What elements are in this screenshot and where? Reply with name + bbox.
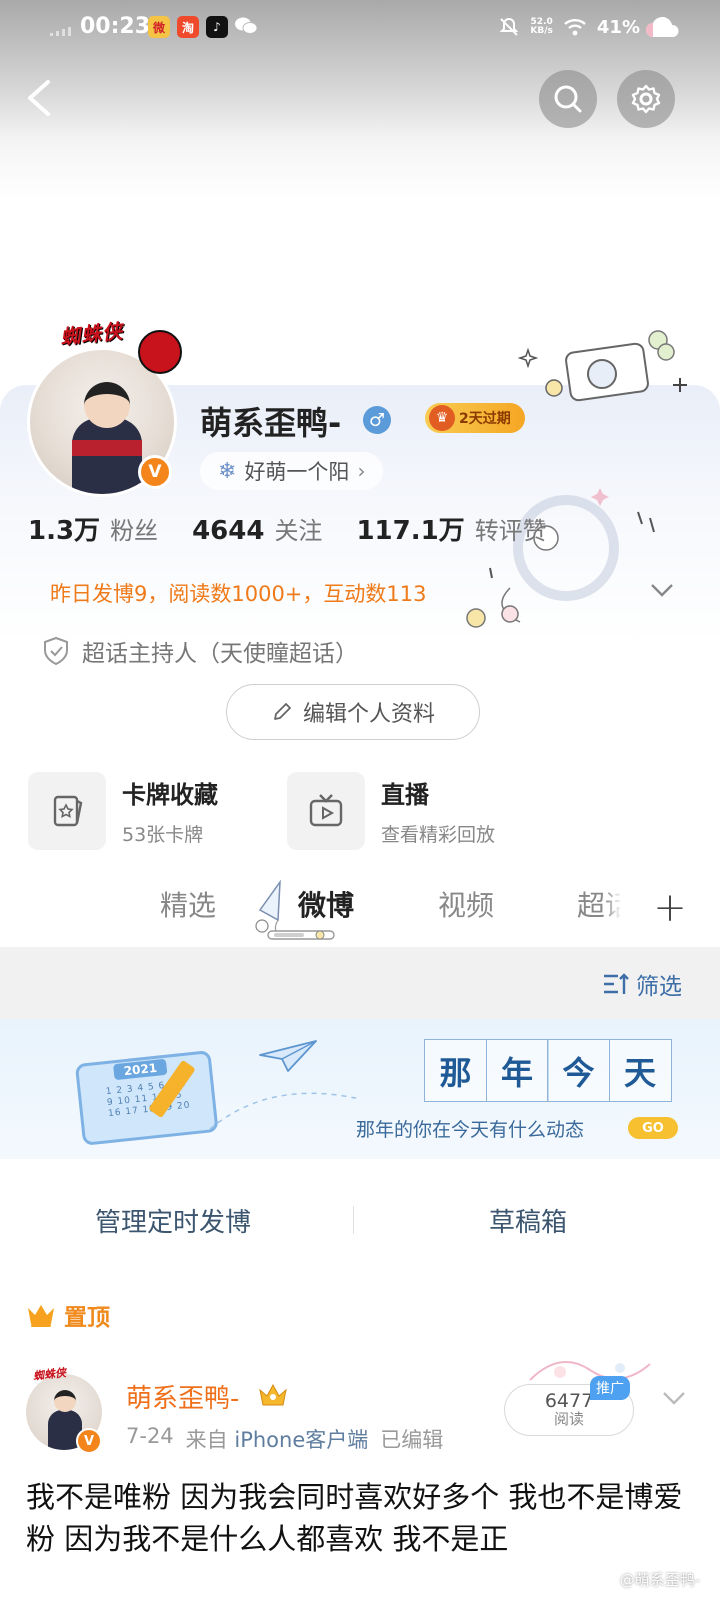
post-source[interactable]: iPhone客户端: [234, 1428, 368, 1452]
fan-group-label: 好萌一个阳: [244, 460, 350, 484]
promote-tag[interactable]: 推广: [590, 1376, 630, 1400]
edit-profile-label: 编辑个人资料: [302, 702, 435, 727]
engagement-count[interactable]: 117.1万: [356, 510, 464, 547]
live-subtitle: 查看精彩回放: [381, 824, 496, 846]
drafts-button[interactable]: 草稿箱: [489, 1202, 567, 1239]
yesterday-summary[interactable]: 昨日发博9，阅读数1000+，互动数113: [50, 578, 426, 608]
filter-button[interactable]: 筛选: [602, 967, 682, 1001]
tab-video[interactable]: 视频: [438, 884, 494, 924]
scheduled-posts-button[interactable]: 管理定时发博: [95, 1202, 251, 1239]
pinned-label: 置顶: [64, 1305, 110, 1331]
post-body-text[interactable]: 我不是唯粉 因为我会同时喜欢好多个 我也不是博爱粉 因为我不是什么人都喜欢 我不…: [26, 1476, 700, 1560]
post-edited-label[interactable]: 已编辑: [380, 1424, 443, 1454]
tab-weibo[interactable]: 微博: [298, 884, 354, 924]
status-time: 00:23: [80, 14, 151, 39]
cloud-icon: [644, 15, 682, 39]
filter-bar: 筛选: [0, 947, 720, 1019]
fan-group-tag[interactable]: ❄ 好萌一个阳 ›: [200, 452, 384, 490]
post-source-prefix: 来自: [185, 1428, 228, 1452]
post-date: 7-24: [126, 1424, 174, 1448]
status-right: 52.0 KB/s 41%: [498, 16, 640, 38]
dashed-trail-icon: [210, 1092, 361, 1130]
post-avatar-banner-text: 蜘蛛侠: [32, 1366, 67, 1383]
on-this-day-subtitle: 那年的你在今天有什么动态: [356, 1119, 585, 1141]
post-options-chevron-icon[interactable]: [660, 1388, 688, 1408]
snowflake-icon: ❄: [218, 458, 237, 484]
wifi-icon: [564, 19, 586, 36]
paper-plane-icon: [259, 1040, 317, 1072]
search-button[interactable]: [539, 70, 597, 128]
active-tab-indicator: [267, 930, 335, 940]
go-button[interactable]: GO: [628, 1117, 678, 1139]
on-this-day-banner[interactable]: 2021 1 2 3 4 5 6 7 8 9 10 11 12 15 16 17…: [0, 1019, 720, 1159]
add-tab-button[interactable]: +: [620, 870, 720, 946]
live-entry[interactable]: 直播 查看精彩回放: [287, 772, 495, 850]
back-button[interactable]: [20, 76, 60, 120]
supertopic-host-label: 超话主持人（天使瞳超话）: [82, 641, 358, 667]
verified-badge: V: [138, 455, 172, 489]
divider: [353, 1206, 354, 1234]
card-icon: [28, 772, 106, 850]
profile-username: 萌系歪鸭-: [200, 404, 342, 442]
post-verified-badge: V: [76, 1428, 102, 1454]
crown-icon: ♛: [429, 405, 455, 431]
supertopic-host-row[interactable]: 超话主持人（天使瞳超话）: [42, 634, 358, 668]
post-author-name[interactable]: 萌系歪鸭-: [126, 1378, 239, 1415]
search-icon: [554, 85, 582, 113]
sort-filter-icon: [604, 973, 629, 994]
taobao-app-icon: 淘: [177, 16, 199, 38]
pencil-icon: [274, 703, 291, 720]
post-watermark: @萌系歪鸭-: [619, 1571, 700, 1589]
tab-featured[interactable]: 精选: [160, 884, 216, 924]
pinned-post[interactable]: 置顶 蜘蛛侠 V 萌系歪鸭- 7-24 来自 iPhone客户端 已编辑 647…: [0, 1278, 720, 1600]
post-meta: 7-24 来自 iPhone客户端 已编辑: [126, 1424, 443, 1454]
profile-stats: 1.3万 粉丝 4644 关注 117.1万 转评赞: [28, 510, 581, 547]
filter-label: 筛选: [636, 974, 682, 1000]
live-title: 直播: [381, 781, 429, 809]
profile-tabs: 精选 微博 视频 超话 +: [0, 870, 720, 946]
tiktok-app-icon: ♪: [206, 16, 228, 38]
crown-icon: [28, 1305, 54, 1327]
on-this-day-title: 那 年 今 天: [424, 1039, 672, 1102]
member-crown-icon: [259, 1383, 287, 1406]
gear-icon: [631, 84, 661, 114]
edit-profile-button[interactable]: 编辑个人资料: [226, 684, 480, 740]
mute-icon: [500, 17, 519, 36]
weibo-app-icon: 微: [148, 16, 170, 38]
tv-icon: [287, 772, 365, 850]
followers-label[interactable]: 粉丝: [110, 511, 158, 546]
battery-percent: 41%: [596, 16, 640, 38]
back-arrow-icon: [28, 80, 50, 116]
chevron-right-icon: ›: [357, 459, 366, 483]
read-count-label: 阅读: [553, 1410, 584, 1428]
post-management-row: 管理定时发博 草稿箱: [0, 1180, 720, 1258]
spiderman-icon: [138, 330, 182, 374]
status-bar: 00:23 微 淘 ♪ 52.0 KB/s 41%: [0, 0, 720, 56]
engagement-label[interactable]: 转评赞: [475, 511, 547, 546]
following-label[interactable]: 关注: [274, 511, 322, 546]
wechat-icon: [234, 15, 258, 41]
shield-icon: [44, 636, 68, 666]
followers-count[interactable]: 1.3万: [28, 510, 100, 547]
following-count[interactable]: 4644: [192, 516, 264, 546]
card-collection-subtitle: 53张卡牌: [122, 824, 204, 846]
net-speed: 52.0 KB/s: [530, 17, 553, 36]
chevron-down-icon[interactable]: [648, 580, 676, 600]
plus-icon: +: [653, 885, 687, 931]
signal-icon: [50, 26, 72, 36]
pinned-label-row: 置顶: [26, 1298, 110, 1332]
vip-expiry-label: 2天过期: [459, 411, 511, 427]
card-collection-title: 卡牌收藏: [122, 781, 218, 809]
calendar-icon: 2021 1 2 3 4 5 6 7 8 9 10 11 12 15 16 17…: [73, 1036, 219, 1146]
vip-badge[interactable]: ♛ 2天过期: [425, 403, 525, 433]
male-gender-icon: ♂: [363, 406, 391, 434]
card-collection-entry[interactable]: 卡牌收藏 53张卡牌: [28, 772, 218, 850]
settings-button[interactable]: [617, 70, 675, 128]
